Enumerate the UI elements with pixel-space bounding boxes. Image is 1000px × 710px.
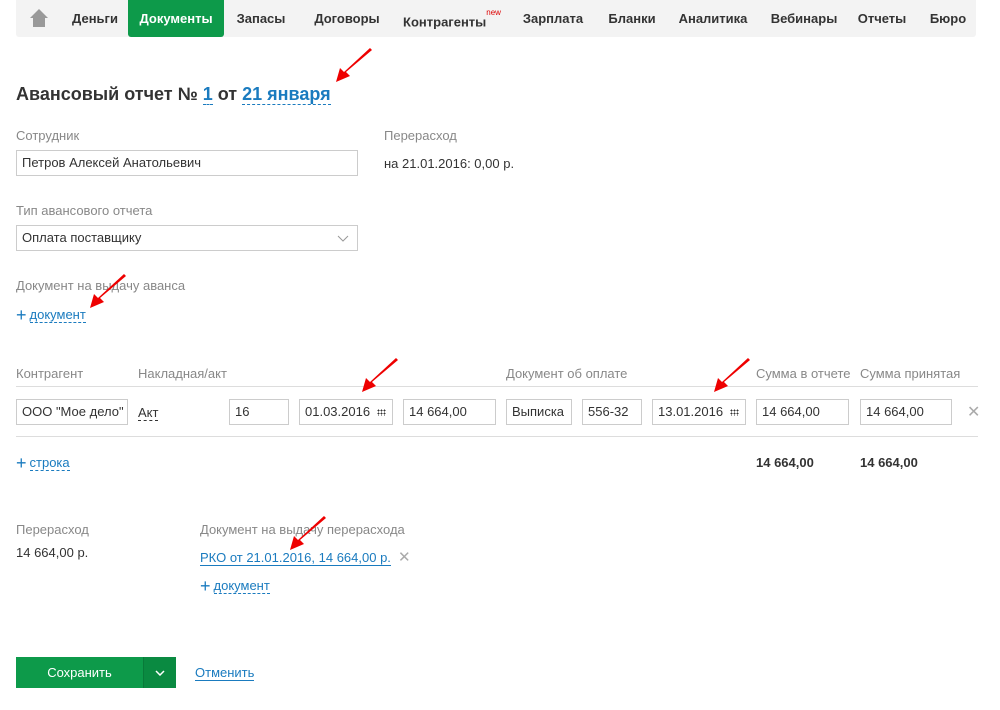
col-sum-report: Сумма в отчете xyxy=(756,366,851,381)
payment-date-input[interactable]: 13.01.2016 xyxy=(652,399,746,425)
title-of: от xyxy=(217,84,238,104)
employee-label: Сотрудник xyxy=(16,128,80,143)
invoice-type-select[interactable]: Акт xyxy=(138,405,159,421)
sum-report-input[interactable]: 14 664,00 xyxy=(756,399,849,425)
nav-webinars[interactable]: Вебинары xyxy=(762,0,846,37)
employee-input[interactable]: Петров Алексей Анатольевич xyxy=(16,150,358,176)
calendar-icon[interactable] xyxy=(730,409,739,416)
nav-bureau[interactable]: Бюро xyxy=(920,0,976,37)
overspend-label: Перерасход xyxy=(16,522,89,537)
new-badge: new xyxy=(486,8,501,17)
remove-doc-icon[interactable]: ✕ xyxy=(398,548,411,566)
cancel-link[interactable]: Отменить xyxy=(195,665,255,681)
home-icon xyxy=(30,9,48,27)
save-options-button[interactable] xyxy=(143,657,176,688)
overspend-top-label: Перерасход xyxy=(384,128,457,143)
col-sum-accepted: Сумма принятая xyxy=(860,366,961,381)
top-nav: Деньги Документы Запасы Договоры Контраг… xyxy=(16,0,976,37)
nav-label: Контрагенты xyxy=(403,14,487,30)
col-counterparty: Контрагент xyxy=(16,366,84,381)
add-overspend-doc-button[interactable]: + документ xyxy=(200,576,270,597)
invoice-sum-input[interactable]: 14 664,00 xyxy=(403,399,496,425)
divider xyxy=(16,386,978,387)
add-advance-doc-button[interactable]: + документ xyxy=(16,305,86,326)
total-report: 14 664,00 xyxy=(756,455,814,470)
payment-type-input[interactable]: Выписка xyxy=(506,399,572,425)
save-button[interactable]: Сохранить xyxy=(16,657,143,688)
plus-icon: + xyxy=(200,576,211,596)
report-number-link[interactable]: 1 xyxy=(202,84,213,105)
annotation-arrow-icon xyxy=(336,48,372,82)
overspend-top-value: на 21.01.2016: 0,00 р. xyxy=(384,156,515,171)
delete-row-icon[interactable]: ✕ xyxy=(967,402,980,422)
nav-stock[interactable]: Запасы xyxy=(224,0,298,37)
col-payment-doc: Документ об оплате xyxy=(506,366,628,381)
payment-date-value: 13.01.2016 xyxy=(658,404,724,419)
title-prefix: Авансовый отчет № xyxy=(16,84,198,104)
report-date-link[interactable]: 21 января xyxy=(242,84,331,105)
annotation-arrow-icon xyxy=(90,274,126,308)
annotation-arrow-icon xyxy=(362,358,398,392)
add-row-button[interactable]: + строка xyxy=(16,453,70,474)
nav-contracts[interactable]: Договоры xyxy=(300,0,394,37)
nav-money[interactable]: Деньги xyxy=(64,0,126,37)
sum-accepted-input[interactable]: 14 664,00 xyxy=(860,399,952,425)
report-type-label: Тип авансового отчета xyxy=(16,203,153,218)
nav-counterparties[interactable]: Контрагентыnew xyxy=(396,0,508,37)
report-type-value: Оплата поставщику xyxy=(22,230,142,245)
nav-salary[interactable]: Зарплата xyxy=(510,0,596,37)
annotation-arrow-icon xyxy=(290,516,326,550)
invoice-date-value: 01.03.2016 xyxy=(305,404,371,419)
nav-reports[interactable]: Отчеты xyxy=(850,0,914,37)
calendar-icon[interactable] xyxy=(377,409,386,416)
nav-home[interactable] xyxy=(24,0,54,37)
divider xyxy=(16,436,978,437)
plus-icon: + xyxy=(16,305,27,325)
annotation-arrow-icon xyxy=(714,358,750,392)
nav-forms[interactable]: Бланки xyxy=(600,0,664,37)
nav-documents[interactable]: Документы xyxy=(128,0,224,37)
invoice-number-input[interactable]: 16 xyxy=(229,399,289,425)
chevron-down-icon xyxy=(337,235,349,242)
payment-number-input[interactable]: 556-32 xyxy=(582,399,642,425)
plus-icon: + xyxy=(16,453,27,473)
chevron-down-icon xyxy=(155,670,165,676)
counterparty-input[interactable]: ООО "Мое дело" xyxy=(16,399,128,425)
invoice-date-input[interactable]: 01.03.2016 xyxy=(299,399,393,425)
total-accepted: 14 664,00 xyxy=(860,455,918,470)
overspend-value: 14 664,00 р. xyxy=(16,545,89,560)
report-type-select[interactable]: Оплата поставщику xyxy=(16,225,358,251)
nav-analytics[interactable]: Аналитика xyxy=(668,0,758,37)
col-invoice: Накладная/акт xyxy=(138,366,227,381)
page-title: Авансовый отчет № 1 от 21 января xyxy=(16,84,331,105)
